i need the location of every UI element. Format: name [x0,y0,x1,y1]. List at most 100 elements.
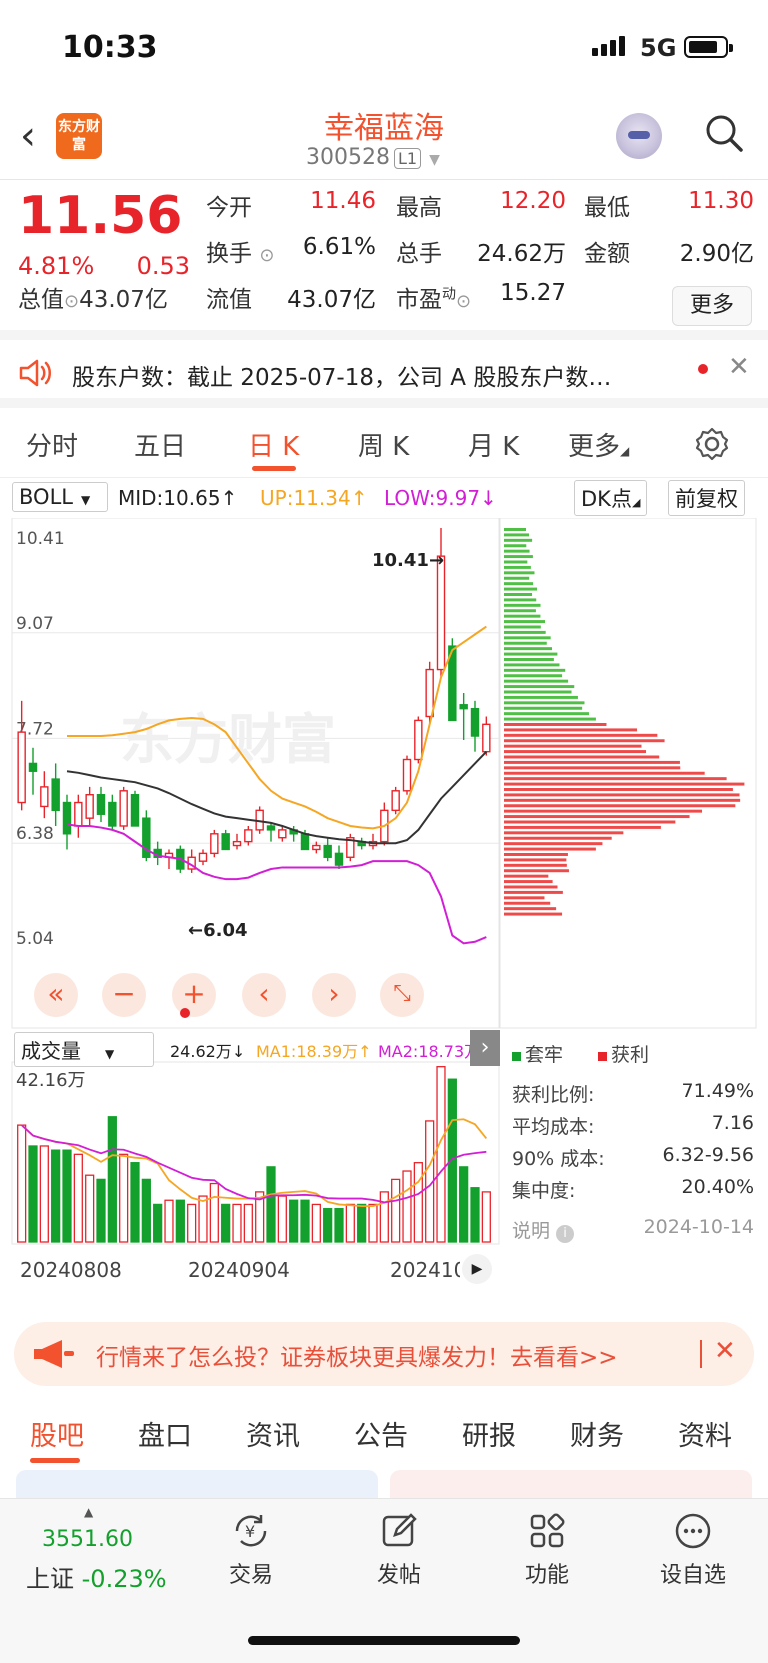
index-row[interactable]: 上证 -0.23% [26,1559,167,1594]
candle-body [266,825,276,831]
chip-bar-profit [504,825,661,829]
chip-bar-trap [504,647,553,651]
dk-point-button[interactable]: DK点◢ [574,480,648,516]
tab-more[interactable]: 更多◢ [568,426,629,463]
candle-body [198,852,208,862]
mcap-value: 43.07亿 [79,287,168,313]
candle-body [482,723,491,753]
low-label: 最低 [584,195,630,221]
index-pct: -0.23% [81,1565,167,1593]
candle [96,786,106,823]
candle [119,786,128,830]
tab-forum[interactable]: 股吧 [30,1414,84,1453]
forum-card[interactable] [16,1470,378,1500]
price-tick-label: 9.07 [16,614,54,634]
notice-bar[interactable]: 股东户数：截止 2025-07-18，公司 A 股股东户数… ✕ [0,340,768,408]
chip-bar-profit [504,771,705,775]
price-tick-label: 5.04 [16,929,54,949]
tab-day-k[interactable]: 日 K [248,426,299,463]
tab-research[interactable]: 研报 [462,1414,516,1453]
battery-icon [684,36,733,58]
close-icon[interactable]: ✕ [728,352,750,382]
cost90-label: 90% 成本: [512,1148,605,1170]
indicator-select[interactable]: BOLL ▼ [12,482,108,512]
chip-bar-trap [504,674,563,678]
stock-header: ‹ 东方财富 幸福蓝海 300528 L1 ▼ [0,95,768,180]
trade-button[interactable]: ¥ 交易 [196,1511,306,1589]
adjust-button[interactable]: 前复权 [668,480,745,516]
info-icon[interactable]: ⊙ [259,245,274,266]
volume-ma2-label: MA2:18.73万↑ [378,1042,478,1061]
profit-ratio-value: 71.49% [681,1080,754,1102]
volume-indicator-select[interactable]: 成交量 ▼ [14,1032,154,1067]
stock-code-row[interactable]: 300528 L1 ▼ [306,145,440,170]
volume-bar [379,1191,389,1243]
chip-bar-trap [504,533,530,537]
tab-five-day[interactable]: 五日 [134,426,186,463]
more-button[interactable]: 更多 [672,286,752,326]
kline-chart[interactable]: 东方财富 10.419.077.726.385.04 10.41→ ←6.04 [0,517,768,1308]
candle-body [85,794,94,819]
scroll-left-fast-button[interactable]: « [34,973,78,1017]
status-bar: 10:33 5G [0,0,768,95]
close-icon[interactable]: ✕ [714,1336,736,1366]
tab-finance[interactable]: 财务 [570,1414,624,1453]
chip-bar-trap [504,593,533,596]
candle [244,825,253,846]
zoom-in-button[interactable]: + [172,973,216,1017]
chip-bar-profit [504,788,733,791]
chart-area[interactable]: 东方财富 10.41 9.07 7.72 6.38 5.04 10.41→ ←6.04 … [0,517,768,1308]
tab-announcements[interactable]: 公告 [354,1414,408,1453]
volume-bar [85,1174,95,1243]
search-icon[interactable] [704,113,744,153]
volume-bar [209,1182,219,1243]
tab-month-k[interactable]: 月 K [468,426,519,463]
candle [232,833,242,850]
zoom-out-button[interactable]: − [102,973,146,1017]
fullscreen-icon[interactable]: ⤡ [380,973,424,1017]
amount-value: 2.90亿 [679,241,754,267]
chip-bar-trap [504,625,541,629]
date-label-2: 20240904 [188,1258,290,1282]
tab-orderbook[interactable]: 盘口 [138,1414,192,1453]
chip-bar-trap [504,668,566,672]
info-icon[interactable]: ⊙ [64,291,79,312]
volume-bar [459,1166,469,1243]
chip-bar-profit [504,820,676,824]
candle [40,771,49,819]
add-watchlist-button[interactable]: 设自选 [638,1511,748,1589]
info-icon: i [556,1225,575,1243]
post-button[interactable]: 发帖 [344,1511,454,1589]
scroll-right-button[interactable]: › [312,973,356,1017]
chip-bar-trap [504,685,575,689]
status-time: 10:33 [62,30,158,65]
functions-button[interactable]: 功能 [492,1511,602,1589]
chip-bar-trap [504,614,541,618]
tab-week-k[interactable]: 周 K [358,426,409,463]
chip-bar-profit [504,880,553,884]
chip-bar-trap [504,582,534,586]
forum-card[interactable] [390,1470,752,1500]
robot-avatar-icon[interactable] [616,113,662,159]
candle [51,763,60,826]
tab-profile[interactable]: 资料 [678,1414,732,1453]
edit-icon [382,1513,417,1547]
scroll-left-button[interactable]: ‹ [242,973,286,1017]
tab-intraday[interactable]: 分时 [26,426,78,463]
tab-news[interactable]: 资讯 [246,1414,300,1453]
high-annotation: 10.41→ [372,550,444,571]
settings-gear-icon[interactable] [694,426,730,462]
candle [470,700,480,752]
volume-bar [141,1178,151,1243]
level-badge: L1 [393,148,422,169]
candle [85,786,94,826]
expand-panel-icon[interactable]: › [470,1030,500,1066]
volume-bar [277,1195,287,1243]
chip-bar-trap [504,701,585,705]
chip-note[interactable]: 说明 i [512,1216,575,1243]
info-icon[interactable]: ⊙ [456,291,471,312]
promo-banner[interactable]: 行情来了怎么投？证券板块更具爆发力！去看看>> ✕ [14,1322,754,1386]
boll-up: UP:11.34↑ [260,486,368,510]
play-icon[interactable]: ▶ [462,1254,492,1284]
open-value: 11.46 [310,188,376,214]
